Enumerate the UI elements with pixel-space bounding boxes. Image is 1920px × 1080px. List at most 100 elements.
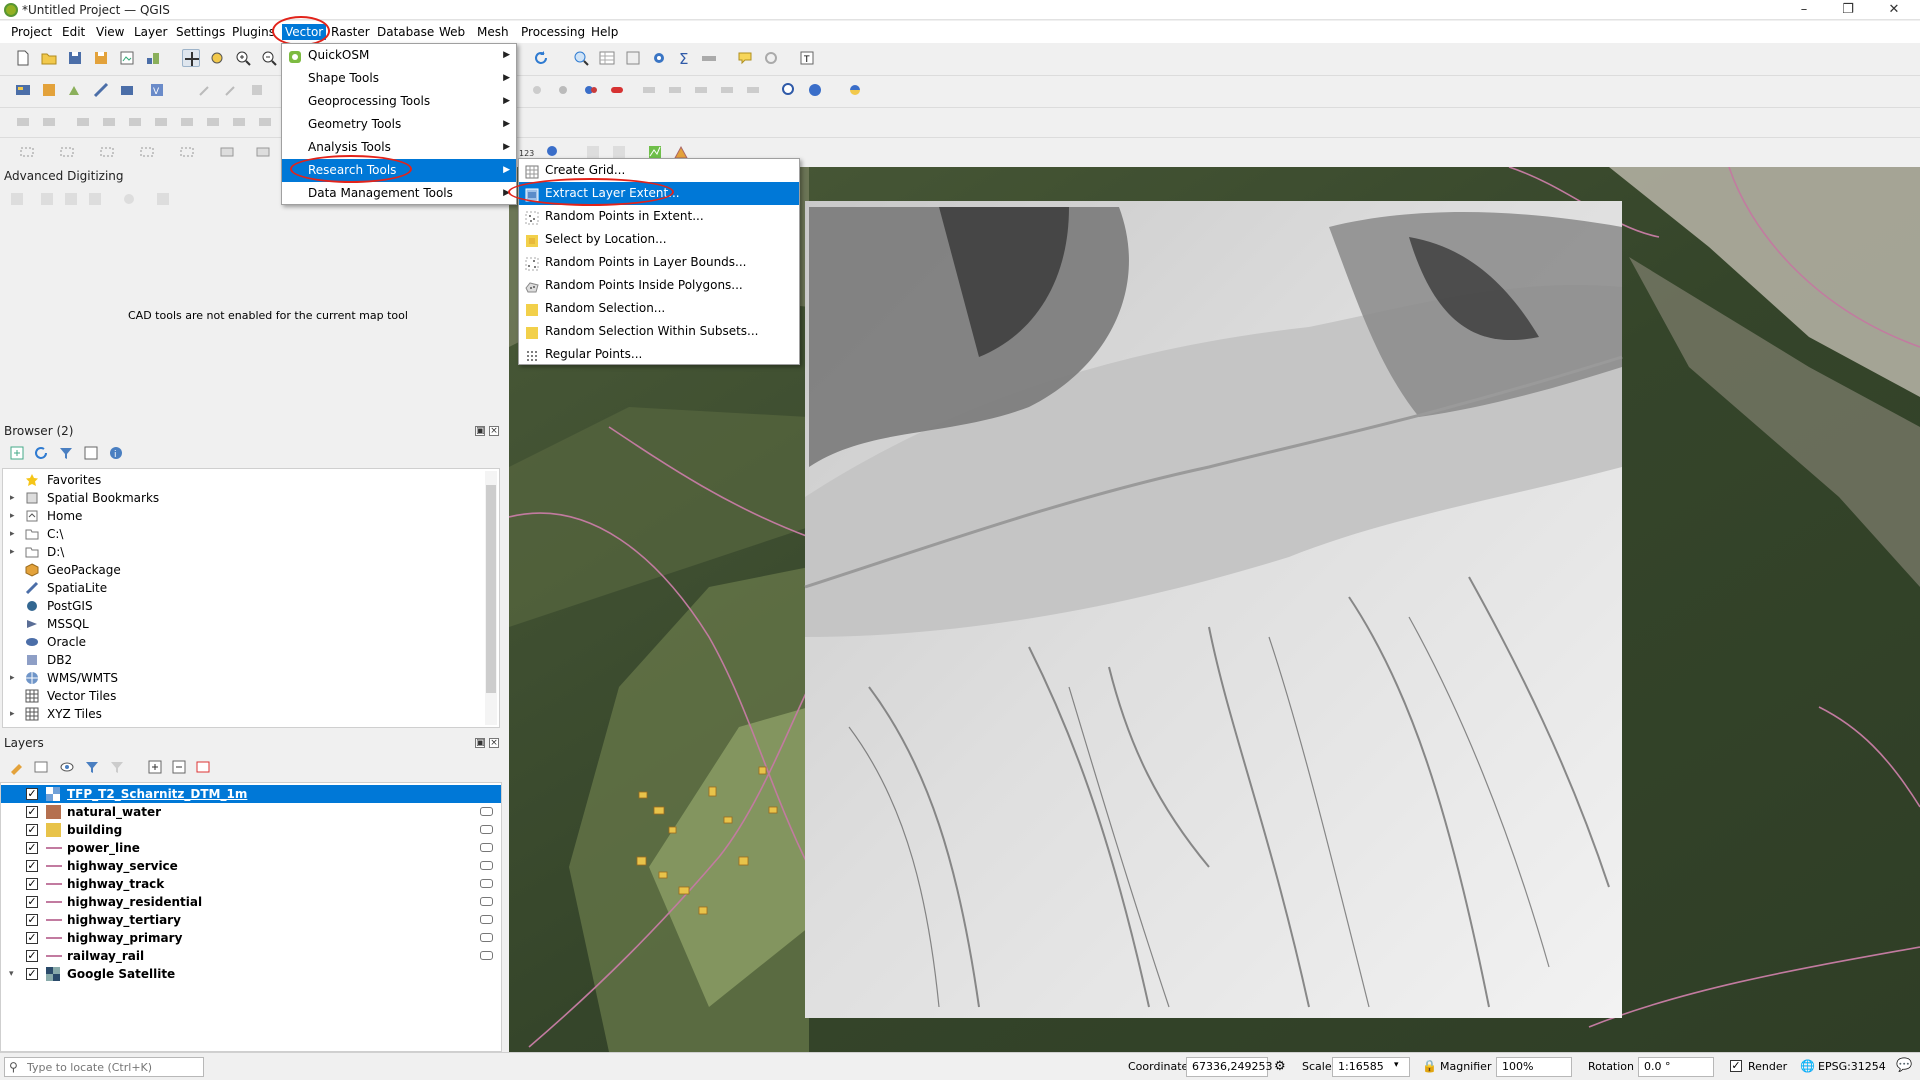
- vector-menu-quickosm[interactable]: QuickOSM ▶: [282, 44, 516, 67]
- layer-row-building[interactable]: ✓ building: [1, 821, 501, 839]
- research-menu-random-selection[interactable]: Random Selection...: [519, 297, 799, 320]
- expand-arrow-icon[interactable]: ▸: [10, 489, 20, 507]
- render-checkbox[interactable]: ✓: [1730, 1060, 1742, 1072]
- edit-pencil-icon[interactable]: [222, 81, 240, 99]
- new-shapefile-layer-icon[interactable]: [66, 81, 84, 99]
- delete-ring-icon[interactable]: [256, 113, 274, 131]
- pan-to-selection-icon[interactable]: [208, 49, 226, 67]
- digitize-icon[interactable]: [196, 81, 214, 99]
- statistics-icon[interactable]: Σ: [676, 49, 694, 67]
- processing-toolbox-icon[interactable]: [650, 49, 668, 67]
- research-menu-random-points-polygons[interactable]: Random Points Inside Polygons...: [519, 274, 799, 297]
- data-source-manager-icon[interactable]: [14, 81, 32, 99]
- menu-web[interactable]: Web: [436, 24, 468, 40]
- expand-arrow-icon[interactable]: ▸: [10, 525, 20, 543]
- menu-processing[interactable]: Processing: [518, 24, 588, 40]
- new-virtual-layer-icon[interactable]: [118, 81, 136, 99]
- expand-arrow-icon[interactable]: ▸: [10, 705, 20, 723]
- layer-row-power-line[interactable]: ✓ power_line: [1, 839, 501, 857]
- browser-refresh-icon[interactable]: [32, 444, 50, 462]
- pan-map-icon[interactable]: [182, 49, 200, 67]
- layer-row-railway-rail[interactable]: ✓ railway_rail: [1, 947, 501, 965]
- cad-perpendicular-icon[interactable]: [86, 190, 104, 208]
- magnifier-field[interactable]: 100%: [1496, 1057, 1572, 1077]
- add-group-icon[interactable]: [32, 758, 50, 776]
- research-menu-random-points-layer-bounds[interactable]: Random Points in Layer Bounds...: [519, 251, 799, 274]
- deselect-icon[interactable]: [98, 143, 116, 161]
- messages-icon[interactable]: 💬: [1896, 1058, 1912, 1073]
- browser-scroll-thumb[interactable]: [486, 485, 496, 693]
- split-feature-icon[interactable]: [74, 113, 92, 131]
- layer-row-google-satellite[interactable]: ▾ ✓ Google Satellite: [1, 965, 501, 983]
- label-move-icon[interactable]: [640, 81, 658, 99]
- research-menu-create-grid[interactable]: Create Grid...: [519, 159, 799, 182]
- cad-enable-icon[interactable]: [8, 190, 26, 208]
- coordinate-field[interactable]: 67336,249253: [1186, 1057, 1272, 1077]
- layer-visibility-checkbox[interactable]: ✓: [26, 806, 38, 818]
- copy-features-icon[interactable]: [554, 81, 572, 99]
- layer-visibility-checkbox[interactable]: ✓: [26, 950, 38, 962]
- layer-row-highway-tertiary[interactable]: ✓ highway_tertiary: [1, 911, 501, 929]
- browser-float-icon[interactable]: ▣: [475, 426, 485, 436]
- layer-visibility-checkbox[interactable]: ✓: [26, 896, 38, 908]
- open-layer-styling-icon[interactable]: [8, 758, 26, 776]
- advanced-edit-icon[interactable]: [14, 113, 32, 131]
- layer-visibility-checkbox[interactable]: ✓: [26, 824, 38, 836]
- cad-construction-icon[interactable]: [38, 190, 56, 208]
- expand-arrow-icon[interactable]: ▸: [10, 669, 20, 687]
- layer-indicator-icon[interactable]: [480, 951, 493, 960]
- remove-layer-icon[interactable]: [194, 758, 212, 776]
- label-tool-icon[interactable]: [582, 81, 600, 99]
- close-icon[interactable]: ✕: [1874, 0, 1914, 20]
- menu-help[interactable]: Help: [588, 24, 621, 40]
- crs-globe-icon[interactable]: 🌐: [1800, 1059, 1815, 1073]
- layer-row-highway-track[interactable]: ✓ highway_track: [1, 875, 501, 893]
- fill-ring-icon[interactable]: [230, 113, 248, 131]
- layer-visibility-checkbox[interactable]: ✓: [26, 860, 38, 872]
- expand-all-icon[interactable]: [146, 758, 164, 776]
- collapse-all-icon[interactable]: [82, 444, 100, 462]
- menu-raster[interactable]: Raster: [328, 24, 373, 40]
- offset-curve-icon[interactable]: [152, 113, 170, 131]
- layer-indicator-icon[interactable]: [480, 843, 493, 852]
- expand-arrow-icon[interactable]: ▸: [10, 507, 20, 525]
- menu-plugins[interactable]: Plugins: [229, 24, 278, 40]
- new-spatialite-layer-icon[interactable]: [92, 81, 110, 99]
- layer-indicator-icon[interactable]: [480, 915, 493, 924]
- lock-scale-icon[interactable]: 🔒: [1422, 1059, 1437, 1073]
- layer-indicator-icon[interactable]: [480, 879, 493, 888]
- rotation-field[interactable]: 0.0 °: [1638, 1057, 1714, 1077]
- manage-map-themes-icon[interactable]: [58, 758, 76, 776]
- browser-scrollbar[interactable]: [485, 471, 497, 725]
- vector-menu-geoprocessing-tools[interactable]: Geoprocessing Tools ▶: [282, 90, 516, 113]
- measure-icon[interactable]: [700, 49, 718, 67]
- layer-row-highway-residential[interactable]: ✓ highway_residential: [1, 893, 501, 911]
- vector-menu-geometry-tools[interactable]: Geometry Tools ▶: [282, 113, 516, 136]
- add-selected-layers-icon[interactable]: [8, 444, 26, 462]
- menu-edit[interactable]: Edit: [59, 24, 88, 40]
- layer-row-highway-service[interactable]: ✓ highway_service: [1, 857, 501, 875]
- browser-filter-icon[interactable]: [57, 444, 75, 462]
- layer-indicator-icon[interactable]: [480, 897, 493, 906]
- new-geopackage-layer-icon[interactable]: [40, 81, 58, 99]
- new-project-icon[interactable]: [14, 49, 32, 67]
- open-project-icon[interactable]: [40, 49, 58, 67]
- label-change-icon[interactable]: [692, 81, 710, 99]
- save-edits-icon[interactable]: [248, 81, 266, 99]
- collapse-arrow-icon[interactable]: ▾: [9, 965, 19, 983]
- research-menu-regular-points[interactable]: Regular Points...: [519, 343, 799, 366]
- layer-row-dtm[interactable]: ✓ TFP_T2_Scharnitz_DTM_1m: [1, 785, 501, 803]
- filter-expression-icon[interactable]: [108, 758, 126, 776]
- layer-row-highway-primary[interactable]: ✓ highway_primary: [1, 929, 501, 947]
- invert-selection-icon[interactable]: [178, 143, 196, 161]
- select-by-value-icon[interactable]: [58, 143, 76, 161]
- select-features-icon[interactable]: [18, 143, 36, 161]
- coordinate-toggle-icon[interactable]: ⚙: [1274, 1059, 1286, 1074]
- label-pin-icon[interactable]: [608, 81, 626, 99]
- node-tool-icon[interactable]: [40, 113, 58, 131]
- minimize-icon[interactable]: –: [1784, 0, 1824, 20]
- python-console-icon[interactable]: [846, 81, 864, 99]
- field-calculator-icon[interactable]: [624, 49, 642, 67]
- locator-bar[interactable]: ⚲: [4, 1057, 204, 1077]
- label-highlight-icon[interactable]: [744, 81, 762, 99]
